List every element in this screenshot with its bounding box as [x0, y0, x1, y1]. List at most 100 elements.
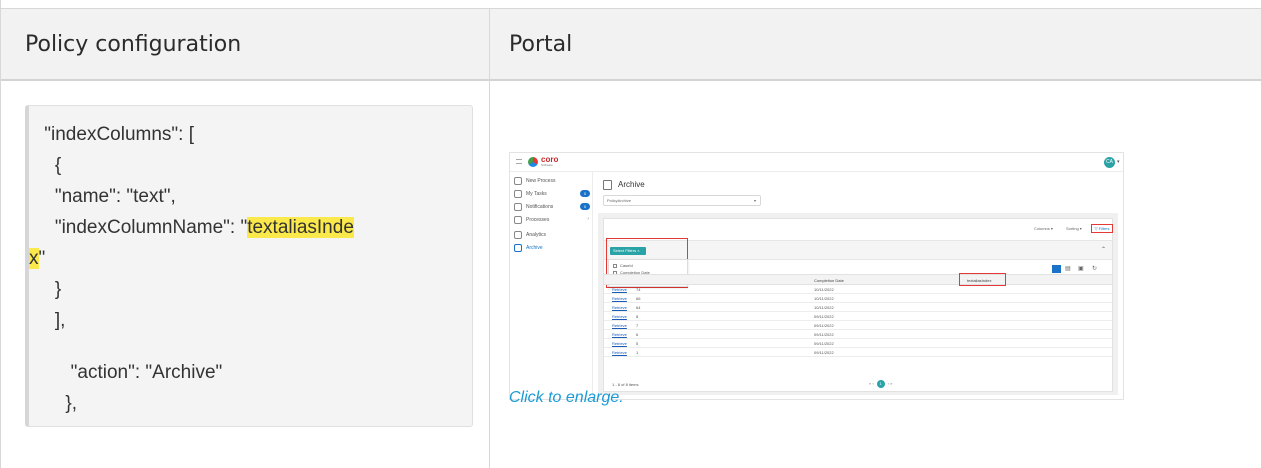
retrieve-link: Retrieve — [612, 287, 627, 292]
code-line: "action": "Archive" — [39, 362, 223, 383]
sidebar-item-label: Processes — [526, 217, 550, 223]
click-to-enlarge-link[interactable]: Click to enlarge. — [509, 389, 624, 407]
sidebar-item-label: New Process — [526, 178, 556, 184]
grid-view-icon — [1052, 265, 1061, 273]
completion-date: 10/11/2022 — [814, 296, 834, 301]
sidebar-item-my-tasks: My Tasks 0 — [514, 188, 590, 200]
case-id: 74 — [636, 287, 641, 292]
sidebar-item-label: Notifications — [526, 204, 554, 210]
export-icon: ▣ — [1078, 266, 1084, 272]
retrieve-link: Retrieve — [612, 332, 627, 337]
sidebar-item-processes: Processes › — [514, 214, 590, 226]
doc-table: Policy configuration Portal "indexColumn… — [0, 0, 1261, 468]
archive-panel: Columns ▾ Sorting ▾ ▽ Filters Select Fil… — [598, 213, 1118, 395]
sidebar-item-label: Analytics — [526, 232, 547, 238]
table-row: Retrieve 64 10/11/2022 — [604, 304, 1112, 312]
case-id: 1 — [636, 350, 639, 355]
highlight-box — [959, 273, 1006, 286]
completion-date: 09/11/2022 — [814, 350, 834, 355]
avatar: CA — [1104, 157, 1115, 168]
archive-grid: Columns ▾ Sorting ▾ ▽ Filters Select Fil… — [603, 218, 1113, 392]
policy-select-value: PolicyArchive — [607, 198, 632, 203]
retrieve-link: Retrieve — [612, 323, 627, 328]
logo-icon — [528, 157, 538, 167]
code-line: ], — [39, 310, 66, 331]
count-badge: 0 — [580, 203, 590, 210]
code-line: "indexColumnName": "textaliasInde — [39, 217, 354, 239]
table-row: Retrieve 74 10/11/2022 — [604, 286, 1112, 294]
header-portal: Portal — [509, 32, 573, 57]
case-id: 8 — [636, 314, 639, 319]
filter-option: CaseId — [613, 263, 633, 268]
table-row: Retrieve 5 09/11/2022 — [604, 340, 1112, 348]
table-row: Retrieve 1 09/11/2022 — [604, 349, 1112, 357]
retrieve-link: Retrieve — [612, 350, 627, 355]
code-line: "indexColumns": [ — [39, 124, 194, 145]
code-line: { — [39, 155, 62, 176]
table-row: Retrieve 6 09/11/2022 — [604, 331, 1112, 339]
chevron-right-icon: › — [587, 216, 589, 222]
pager: « ‹ 1 › » — [869, 380, 893, 388]
completion-date: 09/11/2022 — [814, 314, 834, 319]
code-line: } — [39, 279, 62, 300]
columns-menu: Columns ▾ — [1034, 226, 1053, 231]
sidebar-item-analytics: Analytics — [514, 229, 590, 241]
highlighted-text: textaliasInde — [247, 217, 354, 238]
portal-screenshot-thumbnail[interactable]: coro Software CA ▾ New Process My Tasks 0… — [509, 152, 1124, 400]
filters-button: ▽ Filters — [1091, 224, 1113, 233]
plus-box-icon — [514, 177, 522, 185]
bell-icon — [514, 203, 522, 211]
sidebar-item-archive: Archive — [514, 242, 590, 254]
code-block: "indexColumns": [ { "name": "text", "ind… — [25, 105, 473, 427]
code-line: "name": "text", — [39, 186, 176, 207]
app-sidebar: New Process My Tasks 0 Notifications 0 Pro… — [510, 172, 593, 399]
completion-date: 09/11/2022 — [814, 332, 834, 337]
highlighted-text: x — [29, 248, 39, 269]
retrieve-link: Retrieve — [612, 305, 627, 310]
grid-header: Completion Date textaliasIndex — [604, 274, 1112, 285]
table-header-row: Policy configuration Portal — [1, 8, 1261, 81]
filter-option-label: CaseId — [620, 263, 633, 268]
policy-select: PolicyArchive ▾ — [603, 195, 761, 206]
case-id: 64 — [636, 305, 641, 310]
retrieve-link: Retrieve — [612, 341, 627, 346]
pager-summary: 1 - 8 of 8 items — [612, 382, 639, 387]
chevron-up-icon: ⌃ — [1100, 247, 1106, 253]
chevron-down-icon: ▾ — [753, 198, 756, 203]
retrieve-link: Retrieve — [612, 296, 627, 301]
table-row: Retrieve 7 09/11/2022 — [604, 322, 1112, 330]
code-line: x" — [29, 248, 45, 270]
pager-current-page: 1 — [876, 380, 885, 388]
sidebar-item-new-process: New Process — [514, 175, 590, 187]
table-row: Retrieve 8 09/11/2022 — [604, 313, 1112, 321]
completion-date: 09/11/2022 — [814, 323, 834, 328]
case-id: 7 — [636, 323, 639, 328]
case-id: 66 — [636, 296, 641, 301]
code-text: " — [38, 248, 46, 269]
sidebar-item-notifications: Notifications 0 — [514, 201, 590, 213]
retrieve-link: Retrieve — [612, 314, 627, 319]
completion-date: 10/11/2022 — [814, 287, 834, 292]
code-line: }, — [39, 393, 78, 414]
count-badge: 0 — [580, 190, 590, 197]
menu-icon — [516, 159, 522, 164]
checkbox-icon — [613, 263, 617, 268]
case-id: 5 — [636, 341, 639, 346]
code-text: "indexColumnName": " — [39, 217, 248, 238]
completion-date: 10/11/2022 — [814, 305, 834, 310]
completion-date: 09/11/2022 — [814, 341, 834, 346]
logo-subtext: Software — [541, 163, 553, 167]
archive-icon — [603, 180, 612, 190]
column-divider — [489, 8, 490, 468]
app-topbar: coro Software CA ▾ — [510, 153, 1123, 172]
list-view-icon: ▤ — [1065, 266, 1071, 272]
sorting-menu: Sorting ▾ — [1066, 226, 1082, 231]
chart-icon — [514, 231, 522, 239]
page-title: Archive — [618, 180, 645, 189]
header-policy-configuration: Policy configuration — [25, 32, 242, 57]
archive-icon — [514, 244, 522, 252]
process-icon — [514, 216, 522, 224]
sidebar-item-label: Archive — [526, 245, 543, 251]
table-row: Retrieve 66 10/11/2022 — [604, 295, 1112, 303]
sidebar-item-label: My Tasks — [526, 191, 547, 197]
